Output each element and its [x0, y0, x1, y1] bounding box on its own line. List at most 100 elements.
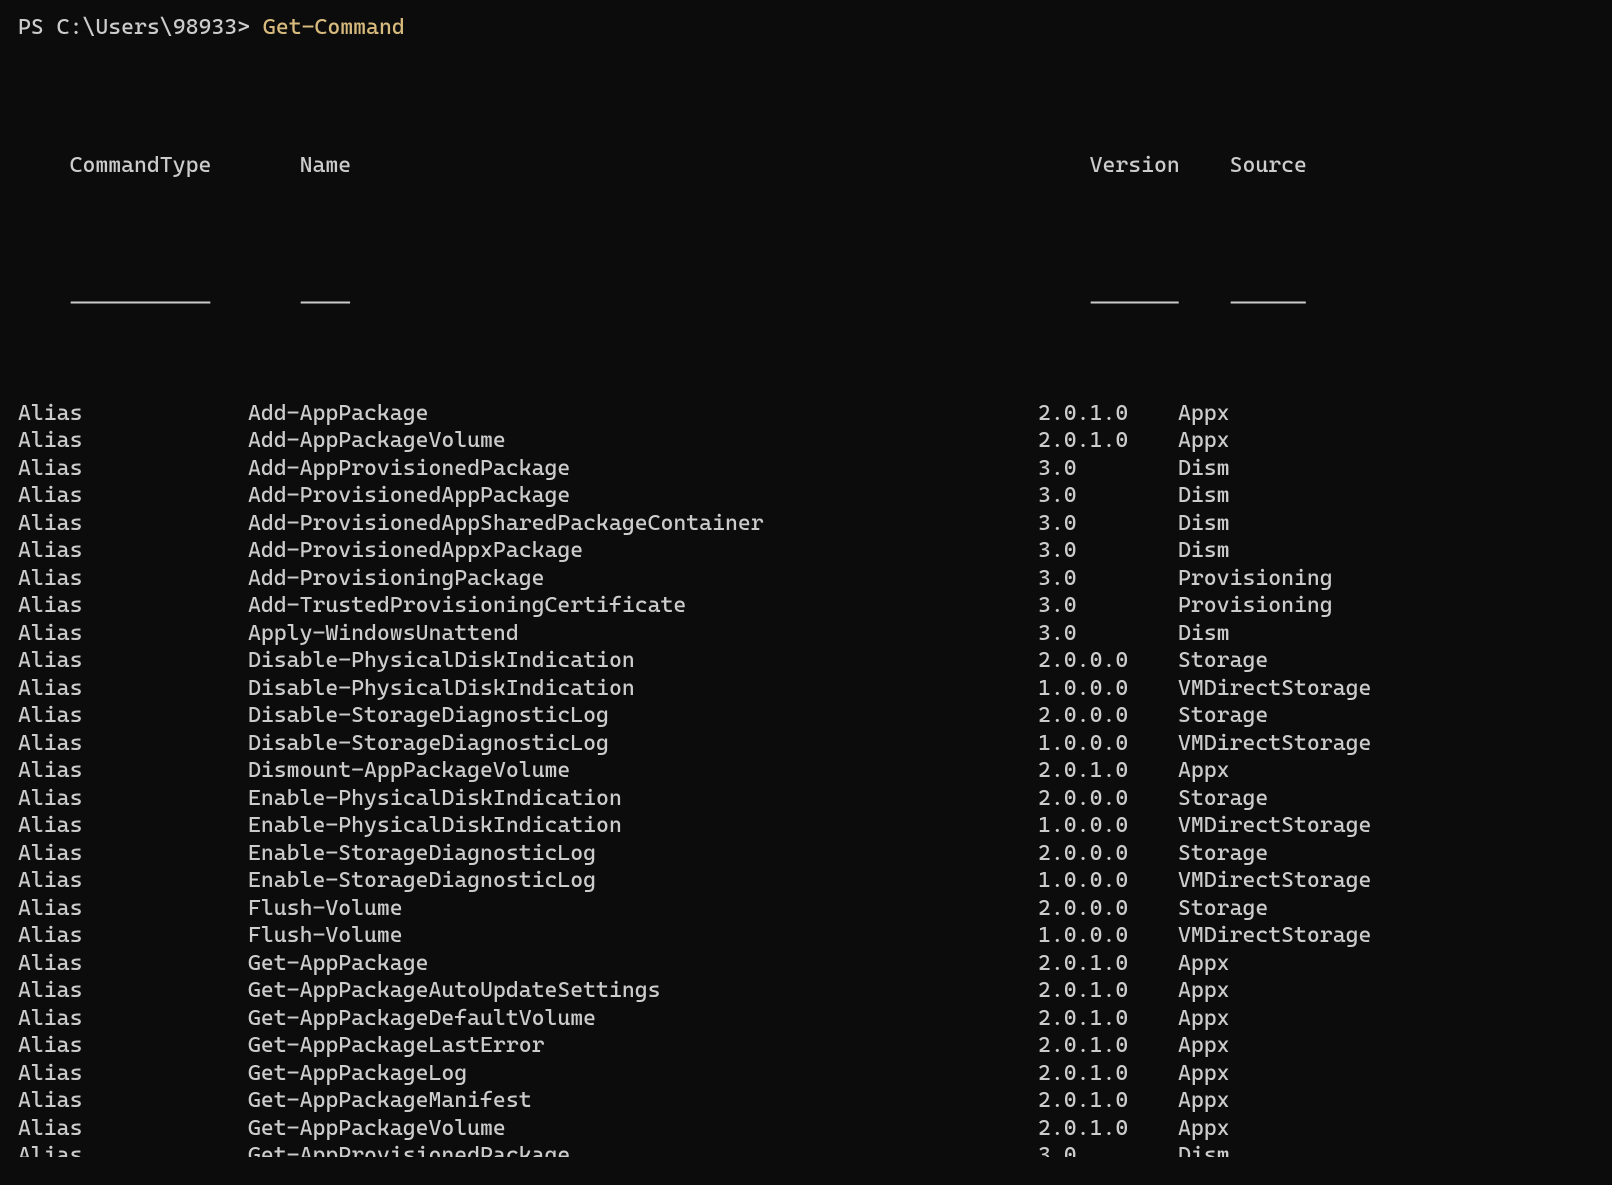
cell-name: Get-AppPackageLog	[248, 1060, 1038, 1088]
cell-commandtype: Alias	[18, 565, 248, 593]
cell-source: Appx	[1178, 950, 1230, 978]
cell-version: 1.0.0.0	[1038, 675, 1178, 703]
cell-version: 2.0.0.0	[1038, 840, 1178, 868]
cell-source: Storage	[1178, 702, 1268, 730]
cell-commandtype: Alias	[18, 1032, 248, 1060]
cell-name: Apply-WindowsUnattend	[248, 620, 1038, 648]
cell-version: 2.0.1.0	[1038, 950, 1178, 978]
cell-name: Get-AppProvisionedPackage	[248, 1142, 1038, 1157]
cell-version: 3.0	[1038, 592, 1178, 620]
table-row: AliasDisable-StorageDiagnosticLog2.0.0.0…	[18, 702, 1594, 730]
cell-version: 2.0.0.0	[1038, 785, 1178, 813]
cell-source: Dism	[1178, 455, 1230, 483]
cell-name: Get-AppPackageManifest	[248, 1087, 1038, 1115]
cell-name: Add-TrustedProvisioningCertificate	[248, 592, 1038, 620]
cell-version: 2.0.1.0	[1038, 427, 1178, 455]
cell-commandtype: Alias	[18, 757, 248, 785]
table-row: AliasEnable-PhysicalDiskIndication2.0.0.…	[18, 785, 1594, 813]
table-underline: ----------------------------	[18, 262, 1594, 345]
table-row: AliasEnable-PhysicalDiskIndication1.0.0.…	[18, 812, 1594, 840]
cell-commandtype: Alias	[18, 1060, 248, 1088]
cell-commandtype: Alias	[18, 977, 248, 1005]
output-table: CommandTypeNameVersionSource -----------…	[18, 70, 1594, 1185]
cell-commandtype: Alias	[18, 785, 248, 813]
cell-version: 2.0.1.0	[1038, 1060, 1178, 1088]
underline-source: ------	[1230, 290, 1307, 318]
cell-commandtype: Alias	[18, 1087, 248, 1115]
cell-commandtype: Alias	[18, 510, 248, 538]
cell-source: Appx	[1178, 400, 1230, 428]
cell-name: Disable-StorageDiagnosticLog	[248, 730, 1038, 758]
cell-name: Add-ProvisionedAppPackage	[248, 482, 1038, 510]
cell-commandtype: Alias	[18, 702, 248, 730]
table-row: AliasApply-WindowsUnattend3.0Dism	[18, 620, 1594, 648]
cell-source: VMDirectStorage	[1178, 812, 1371, 840]
header-version: Version	[1090, 152, 1230, 180]
cell-source: Appx	[1178, 1087, 1230, 1115]
table-row: AliasAdd-ProvisionedAppSharedPackageCont…	[18, 510, 1594, 538]
cell-version: 2.0.1.0	[1038, 1115, 1178, 1143]
cell-name: Get-AppPackageDefaultVolume	[248, 1005, 1038, 1033]
cell-name: Add-AppPackageVolume	[248, 427, 1038, 455]
cell-name: Add-ProvisioningPackage	[248, 565, 1038, 593]
cell-version: 1.0.0.0	[1038, 730, 1178, 758]
cell-commandtype: Alias	[18, 1142, 248, 1157]
cell-source: Dism	[1178, 1142, 1230, 1157]
header-source: Source	[1230, 152, 1307, 180]
cell-name: Add-AppPackage	[248, 400, 1038, 428]
cell-name: Disable-PhysicalDiskIndication	[248, 647, 1038, 675]
cell-commandtype: Alias	[18, 427, 248, 455]
cell-version: 2.0.1.0	[1038, 1032, 1178, 1060]
cell-name: Disable-StorageDiagnosticLog	[248, 702, 1038, 730]
cell-name: Get-AppPackage	[248, 950, 1038, 978]
cell-source: Storage	[1178, 785, 1268, 813]
cell-source: Dism	[1178, 482, 1230, 510]
cell-source: Appx	[1178, 427, 1230, 455]
cell-commandtype: Alias	[18, 400, 248, 428]
cell-name: Enable-PhysicalDiskIndication	[248, 812, 1038, 840]
table-row: AliasAdd-TrustedProvisioningCertificate3…	[18, 592, 1594, 620]
cell-source: Appx	[1178, 1005, 1230, 1033]
cell-version: 2.0.0.0	[1038, 895, 1178, 923]
cell-version: 1.0.0.0	[1038, 867, 1178, 895]
cell-commandtype: Alias	[18, 812, 248, 840]
cell-name: Enable-StorageDiagnosticLog	[248, 840, 1038, 868]
cell-commandtype: Alias	[18, 730, 248, 758]
header-commandtype: CommandType	[70, 152, 300, 180]
cell-source: Provisioning	[1178, 565, 1333, 593]
cell-source: Provisioning	[1178, 592, 1333, 620]
cell-version: 2.0.1.0	[1038, 1087, 1178, 1115]
cell-name: Enable-PhysicalDiskIndication	[248, 785, 1038, 813]
cell-version: 2.0.0.0	[1038, 647, 1178, 675]
cell-source: Dism	[1178, 620, 1230, 648]
cell-commandtype: Alias	[18, 455, 248, 483]
cell-commandtype: Alias	[18, 840, 248, 868]
cell-commandtype: Alias	[18, 922, 248, 950]
cell-version: 1.0.0.0	[1038, 812, 1178, 840]
table-row: AliasFlush-Volume2.0.0.0Storage	[18, 895, 1594, 923]
cell-name: Flush-Volume	[248, 895, 1038, 923]
table-row: AliasAdd-AppProvisionedPackage3.0Dism	[18, 455, 1594, 483]
table-row: AliasEnable-StorageDiagnosticLog2.0.0.0S…	[18, 840, 1594, 868]
table-row: AliasDismount-AppPackageVolume2.0.1.0App…	[18, 757, 1594, 785]
cell-commandtype: Alias	[18, 647, 248, 675]
cell-name: Add-AppProvisionedPackage	[248, 455, 1038, 483]
underline-version: -------	[1090, 290, 1230, 318]
prompt-line[interactable]: PS C:\Users\98933> Get-Command	[18, 14, 1594, 42]
header-name: Name	[300, 152, 1090, 180]
cell-commandtype: Alias	[18, 620, 248, 648]
cell-source: Appx	[1178, 757, 1230, 785]
table-row: AliasDisable-StorageDiagnosticLog1.0.0.0…	[18, 730, 1594, 758]
cell-commandtype: Alias	[18, 895, 248, 923]
cell-version: 3.0	[1038, 620, 1178, 648]
cell-source: Dism	[1178, 510, 1230, 538]
table-row: AliasGet-AppPackageManifest2.0.1.0Appx	[18, 1087, 1594, 1115]
underline-commandtype: -----------	[70, 290, 300, 318]
cell-version: 3.0	[1038, 510, 1178, 538]
cell-commandtype: Alias	[18, 867, 248, 895]
cell-source: VMDirectStorage	[1178, 867, 1371, 895]
table-row: AliasAdd-ProvisionedAppxPackage3.0Dism	[18, 537, 1594, 565]
cell-version: 3.0	[1038, 537, 1178, 565]
table-row: AliasAdd-AppPackage2.0.1.0Appx	[18, 400, 1594, 428]
cell-name: Flush-Volume	[248, 922, 1038, 950]
